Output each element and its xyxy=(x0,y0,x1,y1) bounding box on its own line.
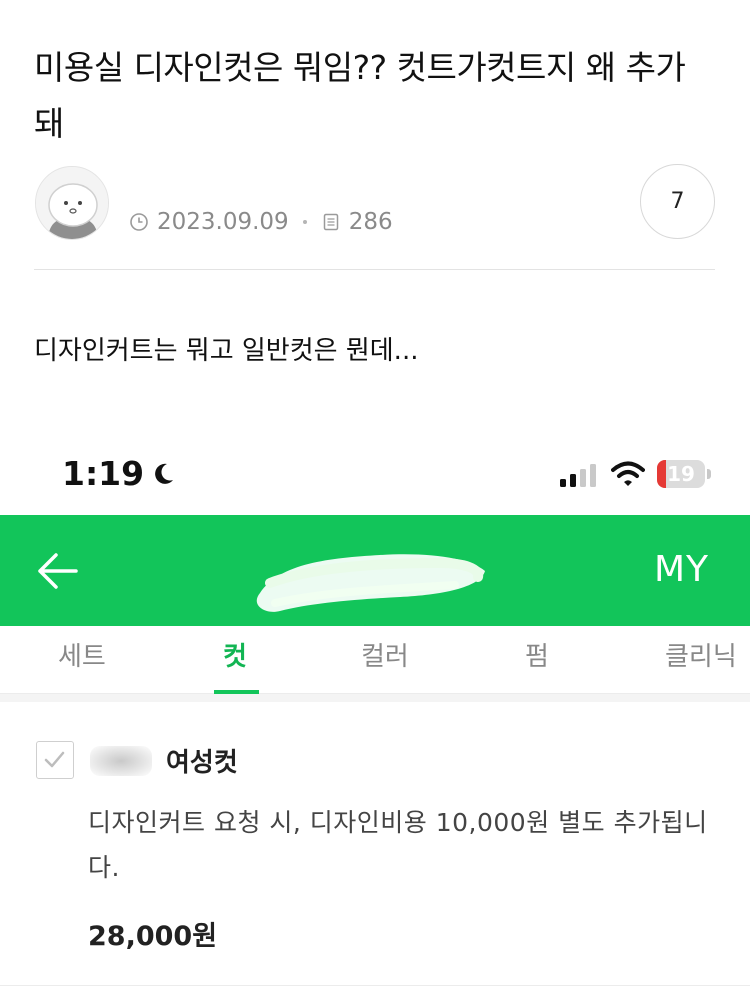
item-title: 여성컷 xyxy=(90,742,238,779)
tab-clinic[interactable]: 클리닉 xyxy=(665,636,737,673)
redacted-shop-name xyxy=(240,533,500,623)
tab-set[interactable]: 세트 xyxy=(58,636,106,673)
app-header-bar: MY xyxy=(0,515,750,626)
embedded-status-bar: 1:19 19 xyxy=(0,440,750,515)
clock-icon xyxy=(129,212,149,232)
tab-perm[interactable]: 펌 xyxy=(525,636,549,673)
signal-icon xyxy=(560,464,596,487)
checkmark-icon xyxy=(44,751,65,768)
comment-count-button[interactable]: 7 xyxy=(640,164,715,239)
tab-color[interactable]: 컬러 xyxy=(361,636,409,673)
wifi-icon xyxy=(611,461,645,486)
document-icon xyxy=(321,212,341,232)
category-tabs: 세트 컷 컬러 펌 클리닉 xyxy=(0,626,750,694)
item-checkbox[interactable] xyxy=(36,741,74,779)
post-body: 디자인커트는 뭐고 일반컷은 뭔데... xyxy=(34,336,419,366)
view-count: 286 xyxy=(348,209,393,235)
item-description: 디자인커트 요청 시, 디자인비용 10,000원 별도 추가됩니다. xyxy=(88,808,708,882)
section-gap xyxy=(0,694,750,702)
meta-separator xyxy=(302,220,307,224)
my-page-link[interactable]: MY xyxy=(654,549,709,590)
item-price: 28,000원 xyxy=(88,921,218,952)
battery-cap xyxy=(707,469,711,479)
status-time: 1:19 xyxy=(62,454,145,493)
post-title: 미용실 디자인컷은 뭐임?? 컷트가컷트지 왜 추가돼 xyxy=(34,48,686,143)
battery-percent: 19 xyxy=(667,462,695,486)
status-clock: 1:19 xyxy=(62,454,176,493)
item-name: 여성컷 xyxy=(166,748,238,778)
post-meta: 2023.09.09 286 xyxy=(129,205,393,239)
tab-cut[interactable]: 컷 xyxy=(223,636,247,673)
author-avatar[interactable] xyxy=(35,166,109,240)
moon-icon xyxy=(150,461,176,487)
header-divider xyxy=(34,269,715,270)
avatar-character-icon xyxy=(36,167,108,239)
back-arrow-icon[interactable] xyxy=(36,551,80,591)
redacted-prefix xyxy=(90,745,152,776)
battery-icon: 19 xyxy=(657,460,711,488)
post-date: 2023.09.09 xyxy=(157,209,289,235)
bottom-divider xyxy=(0,985,750,986)
